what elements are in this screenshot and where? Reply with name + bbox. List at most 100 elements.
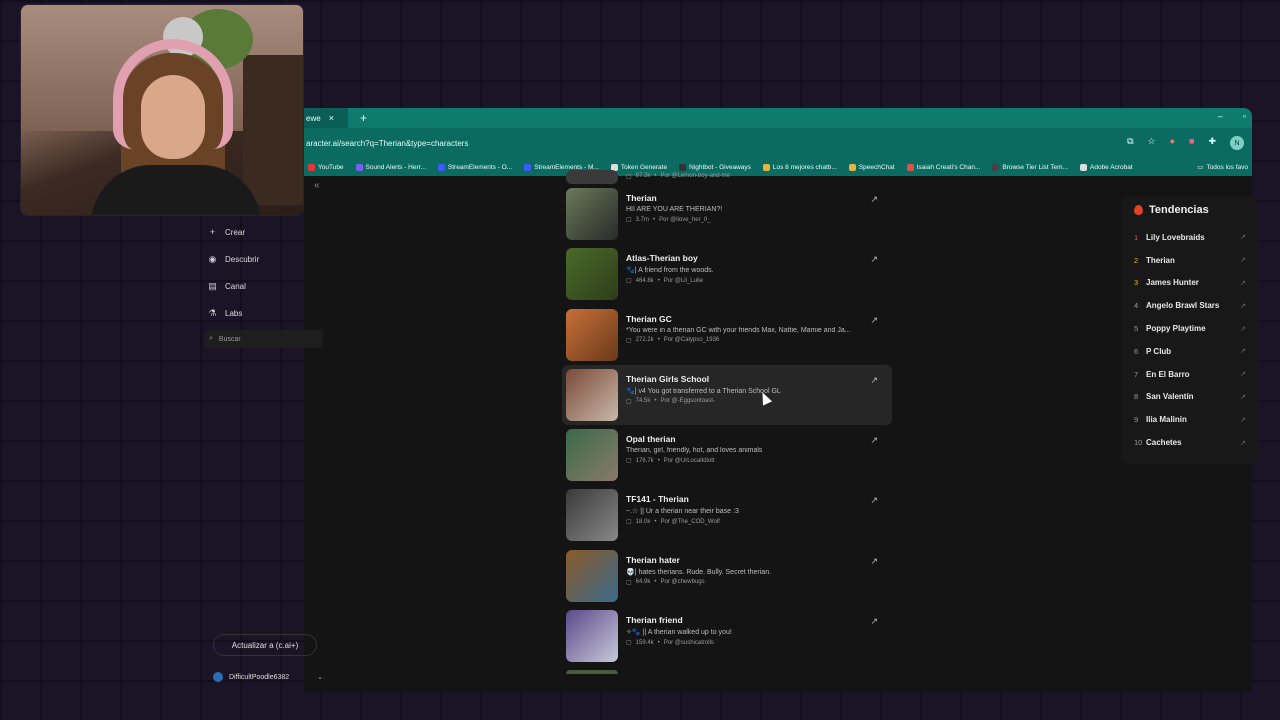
open-external-icon[interactable]: ↗: [870, 315, 878, 326]
result-row[interactable]: Therian hater 💀| hates therians. Rude. Bu…: [562, 546, 892, 606]
character-description: 🐾| A friend from the woods.: [626, 267, 714, 275]
extensions-puzzle-icon[interactable]: ✚: [1208, 136, 1216, 150]
chat-count: 272.2k: [635, 337, 654, 344]
result-row[interactable]: Therian GC *You were in a therian GC with…: [562, 305, 892, 365]
bookmark-item[interactable]: Browse Tier List Tem...: [992, 163, 1068, 171]
collapse-sidebar-icon[interactable]: «: [314, 180, 320, 191]
trend-rank: 6: [1134, 346, 1139, 356]
maximize-button[interactable]: ▫: [1243, 111, 1246, 121]
trend-label: San Valentín: [1146, 392, 1194, 402]
character-avatar: [566, 549, 618, 602]
result-row-partial[interactable]: [562, 666, 892, 675]
open-external-icon[interactable]: ↗: [870, 556, 878, 567]
trend-rank: 3: [1134, 278, 1139, 288]
character-name: Therian: [626, 193, 657, 203]
new-tab-button[interactable]: +: [360, 111, 367, 125]
browser-tab[interactable]: ewe ×: [304, 108, 348, 128]
character-description: 🐾| v4 You got transferred to a Therian S…: [626, 387, 781, 395]
result-row[interactable]: Therian Girls School 🐾| v4 You got transf…: [562, 364, 892, 426]
separator-dot: •: [657, 277, 660, 284]
minimize-button[interactable]: –: [1218, 111, 1223, 121]
trending-arrow-icon: ↗: [1240, 325, 1246, 333]
bookmark-item[interactable]: Sound Alerts - Herr...: [355, 163, 426, 171]
sidebar-item-descubrir[interactable]: ◉ Descubrir: [205, 249, 325, 269]
address-bar[interactable]: aracter.ai/search?q=Therian&type=charact…: [304, 128, 1252, 158]
trending-arrow-icon: ↗: [1240, 279, 1246, 287]
result-row[interactable]: Therian friend ✧🐾 || A therian walked up …: [562, 606, 892, 666]
bookmark-item[interactable]: Isaiah Creati's Chan...: [906, 163, 981, 171]
character-description: Therian, girl, friendly, hot, and loves …: [626, 447, 763, 455]
open-external-icon[interactable]: ↗: [870, 254, 878, 265]
separator-dot: •: [654, 579, 657, 586]
trend-item[interactable]: 10 Cachetes ↗: [1134, 431, 1246, 454]
bookmark-star-icon[interactable]: ☆: [1148, 136, 1156, 150]
open-external-icon[interactable]: ↗: [870, 495, 878, 506]
extension-m-icon[interactable]: ■: [1189, 136, 1194, 150]
author: Por @The_COD_Wolf: [660, 518, 720, 525]
sidebar-search[interactable]: ⌕ Buscar: [205, 330, 323, 348]
trend-rank: 10: [1134, 438, 1143, 448]
bookmark-item[interactable]: Adobe Acrobat: [1080, 163, 1133, 171]
trend-item[interactable]: 1 Lily Lovebraids ↗: [1134, 226, 1246, 249]
trend-label: En El Barro: [1146, 369, 1190, 379]
profile-avatar[interactable]: N: [1230, 136, 1244, 150]
trend-item[interactable]: 9 Ilia Malinin ↗: [1134, 408, 1246, 431]
author: Por @-Eggsontoast-: [660, 398, 715, 405]
chat-count-icon: ▢: [626, 458, 632, 465]
sidebar: + Crear ◉ Descubrir ▤ Canal ⚗ Labs ⌕ Bus…: [205, 222, 325, 692]
chat-count-icon: ▢: [626, 579, 632, 586]
sidebar-item-crear[interactable]: + Crear: [205, 222, 325, 242]
trends-panel: Tendencias 1 Lily Lovebraids ↗ 2 Therian ↗ 3 Ja…: [1122, 196, 1258, 464]
trend-rank: 5: [1134, 324, 1139, 334]
character-avatar: [566, 670, 618, 675]
trend-item[interactable]: 8 San Valentín ↗: [1134, 386, 1246, 409]
bookmark-item[interactable]: StreamElements - O...: [437, 163, 512, 171]
close-tab-icon[interactable]: ×: [329, 113, 334, 123]
extension-red-icon[interactable]: ●: [1170, 136, 1175, 150]
chat-count-icon: ▢: [626, 519, 632, 526]
open-external-icon[interactable]: ↗: [870, 616, 878, 627]
trend-rank: 8: [1134, 392, 1139, 402]
sidebar-item-labs[interactable]: ⚗ Labs: [205, 303, 325, 323]
bookmark-item[interactable]: YouTube: [308, 163, 344, 171]
trend-item[interactable]: 2 Therian ↗: [1134, 249, 1246, 272]
trending-arrow-icon: ↗: [1240, 348, 1246, 356]
url-text[interactable]: aracter.ai/search?q=Therian&type=charact…: [306, 139, 468, 148]
trending-arrow-icon: ↗: [1240, 234, 1246, 242]
plus-icon: +: [209, 226, 216, 237]
trend-rank: 9: [1134, 415, 1139, 425]
result-row[interactable]: Atlas-Therian boy 🐾| A friend from the wo…: [562, 244, 892, 304]
chat-count-icon: ▢: [626, 337, 632, 344]
trend-item[interactable]: 3 James Hunter ↗: [1134, 272, 1246, 295]
bookmark-favicon-icon: [906, 163, 914, 171]
user-menu[interactable]: DifficultPoodle6382 ⌄: [213, 672, 323, 682]
all-bookmarks-folder[interactable]: ▭ Todos los favo: [1193, 158, 1252, 176]
open-external-icon[interactable]: ↗: [870, 194, 878, 205]
open-external-icon[interactable]: ↗: [870, 375, 878, 386]
bookmark-label: Isaiah Creati's Chan...: [916, 163, 981, 171]
author: Por @Lil_Lulie: [663, 277, 703, 284]
tab-title: ewe: [306, 113, 321, 123]
trends-header: Tendencias: [1134, 204, 1246, 216]
folder-icon: ▭: [1197, 164, 1204, 171]
upgrade-button[interactable]: Actualizar a (c.ai+): [213, 634, 317, 656]
trend-item[interactable]: 7 En El Barro ↗: [1134, 363, 1246, 386]
result-row[interactable]: TF141 - Therian ~.☆ || Ur a therian near …: [562, 485, 892, 545]
trend-label: Cachetes: [1146, 438, 1182, 448]
trending-arrow-icon: ↗: [1240, 416, 1246, 424]
separator-dot: •: [654, 173, 657, 179]
result-row[interactable]: Therian HII ARE YOU ARE THERIAN?! ▢ 3.7m • Po…: [562, 184, 892, 244]
trend-item[interactable]: 6 P Club ↗: [1134, 340, 1246, 363]
sidebar-item-label: Canal: [225, 281, 246, 291]
result-row-partial[interactable]: ▢ 67.3k • Por @Lemon-boy-and-me: [562, 170, 892, 184]
username: DifficultPoodle6382: [229, 673, 290, 681]
trend-item[interactable]: 4 Angelo Brawl Stars ↗: [1134, 294, 1246, 317]
search-icon: ⌕: [209, 335, 213, 342]
sidebar-item-canal[interactable]: ▤ Canal: [205, 276, 325, 296]
window-controls: – ▫: [1218, 111, 1246, 121]
translate-icon[interactable]: ⧉: [1127, 136, 1133, 150]
character-description: ✧🐾 || A therian walked up to you!: [626, 629, 732, 637]
result-row[interactable]: Opal therian Therian, girl, friendly, hot…: [562, 425, 892, 485]
open-external-icon[interactable]: ↗: [870, 435, 878, 446]
trend-item[interactable]: 5 Poppy Playtime ↗: [1134, 317, 1246, 340]
